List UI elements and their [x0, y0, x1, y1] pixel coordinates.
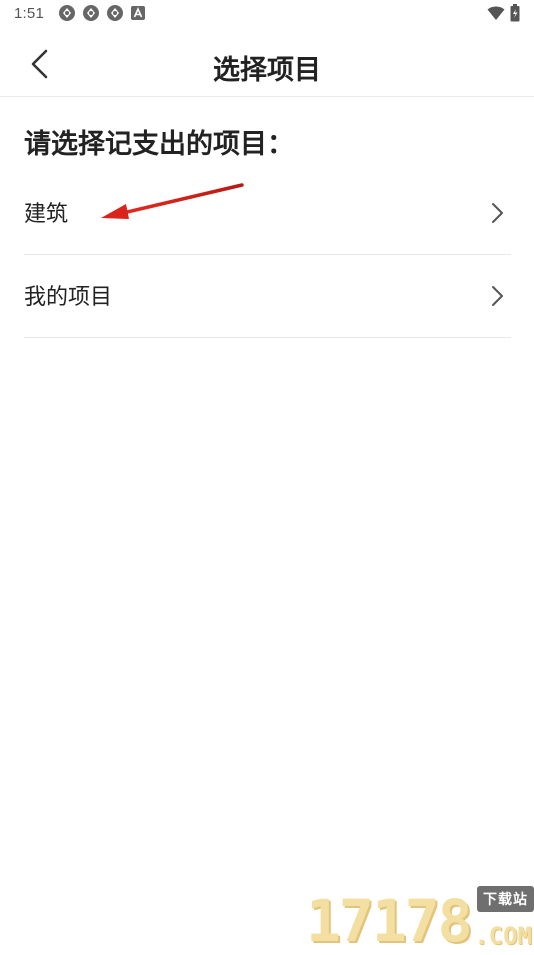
watermark-badge: 下载站 — [477, 886, 534, 912]
sync-icon — [59, 5, 75, 21]
status-bar: 1:51 — [0, 0, 534, 28]
annotation-arrow — [101, 183, 244, 219]
list-item-my-projects[interactable]: 我的项目 — [24, 255, 511, 338]
chevron-right-icon — [492, 286, 503, 306]
watermark-logo: 17178 下载站 .COM — [306, 884, 534, 950]
sync-icon — [83, 5, 99, 21]
font-a-icon — [131, 6, 145, 20]
sync-icon — [107, 5, 123, 21]
app-bar: 选择项目 — [0, 30, 534, 97]
battery-icon — [510, 4, 520, 22]
status-time: 1:51 — [14, 5, 44, 22]
list-item-label: 我的项目 — [24, 285, 113, 310]
prompt-heading: 请选择记支出的项目： — [24, 129, 294, 160]
list-item-label: 建筑 — [24, 202, 69, 227]
wifi-icon — [487, 6, 505, 20]
status-notification-icons — [58, 4, 146, 22]
watermark-domain: .COM — [474, 922, 532, 950]
watermark-digits: 17178 — [306, 887, 473, 955]
status-system-icons — [487, 4, 520, 22]
page-title: 选择项目 — [213, 55, 321, 86]
chevron-right-icon — [492, 203, 503, 223]
